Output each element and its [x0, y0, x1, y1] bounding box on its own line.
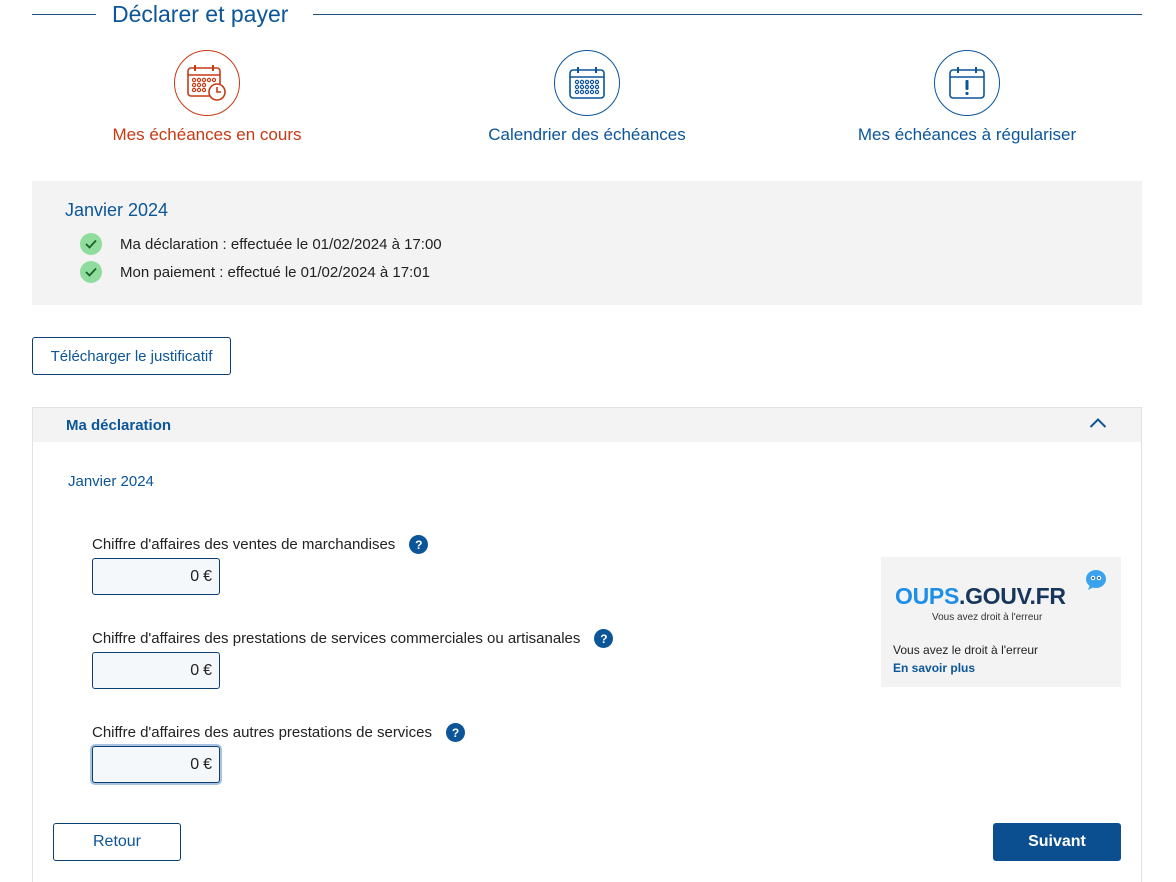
- back-button[interactable]: Retour: [53, 823, 181, 861]
- payment-status-text: Mon paiement : effectué le 01/02/2024 à …: [120, 263, 430, 281]
- payment-status: Mon paiement : effectué le 01/02/2024 à …: [80, 261, 430, 283]
- oups-text: Vous avez le droit à l'erreur: [893, 643, 1039, 657]
- title-divider-left: [32, 14, 96, 15]
- currency-symbol: €: [203, 755, 212, 773]
- help-icon[interactable]: ?: [594, 629, 614, 648]
- tile-label: Calendrier des échéances: [488, 125, 686, 144]
- currency-symbol: €: [203, 661, 212, 679]
- oups-banner: OUPS.GOUV.FR Vous avez droit à l'erreur …: [881, 557, 1121, 687]
- next-button[interactable]: Suivant: [993, 823, 1121, 861]
- calendar-clock-icon: [174, 50, 240, 116]
- field-label-other-services: Chiffre d'affaires des autres prestation…: [92, 723, 465, 742]
- declaration-panel-header[interactable]: Ma déclaration: [33, 408, 1141, 442]
- page-title-row: Déclarer et payer: [32, 0, 1142, 30]
- tile-label: Mes échéances à régulariser: [857, 125, 1077, 144]
- declaration-status-text: Ma déclaration : effectuée le 01/02/2024…: [120, 235, 442, 253]
- tile-deadline-calendar[interactable]: Calendrier des échéances: [427, 50, 747, 145]
- check-icon: [80, 233, 102, 255]
- speech-bubble-icon: [1084, 569, 1108, 596]
- field-label-text: Chiffre d'affaires des ventes de marchan…: [92, 536, 396, 553]
- field-label-commercial-services: Chiffre d'affaires des prestations de se…: [92, 629, 614, 648]
- panel-title: Ma déclaration: [66, 417, 172, 434]
- learn-more-link[interactable]: En savoir plus: [893, 661, 975, 675]
- title-divider-right: [313, 14, 1142, 15]
- field-label-text: Chiffre d'affaires des autres prestation…: [92, 724, 432, 741]
- currency-symbol: €: [203, 567, 212, 585]
- check-icon: [80, 261, 102, 283]
- chevron-up-icon[interactable]: [1089, 416, 1107, 434]
- tile-label: Mes échéances en cours: [112, 125, 302, 144]
- oups-logo: OUPS.GOUV.FR: [895, 583, 1066, 609]
- declaration-panel: Ma déclaration Janvier 2024 Chiffre d'af…: [32, 407, 1142, 882]
- goods-sales-field: €: [92, 558, 220, 595]
- period-summary: Janvier 2024 Ma déclaration : effectuée …: [32, 181, 1142, 305]
- tile-current-deadlines[interactable]: Mes échéances en cours: [47, 50, 367, 145]
- calendar-icon: [554, 50, 620, 116]
- summary-period-title: Janvier 2024: [65, 200, 169, 220]
- deadline-tiles: Mes échéances en cours Calendrier des éc…: [32, 50, 1142, 150]
- help-icon[interactable]: ?: [409, 535, 429, 554]
- other-services-field: €: [92, 746, 220, 783]
- download-receipt-button[interactable]: Télécharger le justificatif: [32, 337, 231, 375]
- field-label-text: Chiffre d'affaires des prestations de se…: [92, 630, 581, 647]
- panel-period: Janvier 2024: [68, 473, 154, 490]
- tile-deadlines-to-regularize[interactable]: Mes échéances à régulariser: [807, 50, 1127, 145]
- help-icon[interactable]: ?: [445, 723, 465, 742]
- field-label-goods-sales: Chiffre d'affaires des ventes de marchan…: [92, 535, 429, 554]
- other-services-input[interactable]: [109, 755, 200, 774]
- declaration-status: Ma déclaration : effectuée le 01/02/2024…: [80, 233, 442, 255]
- oups-tagline: Vous avez droit à l'erreur: [932, 612, 1043, 623]
- calendar-alert-icon: [934, 50, 1000, 116]
- page-title: Déclarer et payer: [112, 1, 289, 27]
- commercial-services-field: €: [92, 652, 220, 689]
- goods-sales-input[interactable]: [109, 567, 200, 586]
- commercial-services-input[interactable]: [109, 661, 200, 680]
